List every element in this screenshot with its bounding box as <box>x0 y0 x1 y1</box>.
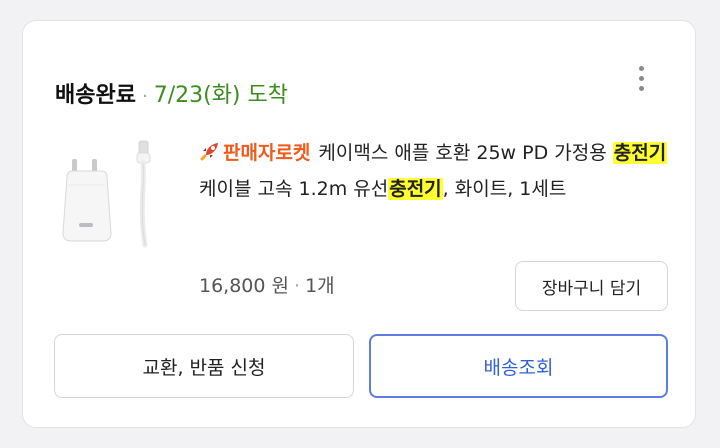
more-dot <box>638 85 644 91</box>
exchange-return-button[interactable]: 교환, 반품 신청 <box>54 334 354 398</box>
title-part: , 화이트, 1세트 <box>442 178 567 200</box>
title-part: 케이블 고속 1.2m 유선 <box>199 178 389 200</box>
price: 16,800 원 <box>199 275 290 297</box>
header-separator: · <box>141 86 148 107</box>
product-thumbnail[interactable] <box>59 137 159 249</box>
price-separator: · <box>294 275 301 297</box>
order-header: 배송완료 · 7/23(화) 도착 <box>55 77 288 109</box>
more-dot <box>638 65 644 71</box>
track-delivery-button[interactable]: 배송조회 <box>369 334 668 398</box>
price-info: 16,800 원 · 1개 <box>199 271 335 298</box>
rocket-icon <box>200 143 218 161</box>
charger-image <box>62 140 151 248</box>
seller-rocket-badge: 판매자로켓 <box>199 142 310 164</box>
badge-label: 판매자로켓 <box>223 142 311 164</box>
quantity: 1개 <box>305 275 335 297</box>
title-highlight: 충전기 <box>388 178 443 200</box>
more-options-icon[interactable] <box>629 61 653 95</box>
product-title[interactable]: 판매자로켓 케이맥스 애플 호환 25w PD 가정용 충전기 케이블 고속 1.… <box>199 135 669 207</box>
title-highlight: 충전기 <box>612 142 668 164</box>
arrival-date: 7/23(화) 도착 <box>153 83 288 108</box>
title-part: 케이맥스 애플 호환 25w PD 가정용 <box>318 142 613 164</box>
order-card: 배송완료 · 7/23(화) 도착 판매자로켓 케이맥스 애플 호환 25w PD… <box>22 20 696 428</box>
delivery-status: 배송완료 <box>55 83 136 108</box>
more-dot <box>638 75 644 81</box>
add-to-cart-button[interactable]: 장바구니 담기 <box>515 261 668 311</box>
